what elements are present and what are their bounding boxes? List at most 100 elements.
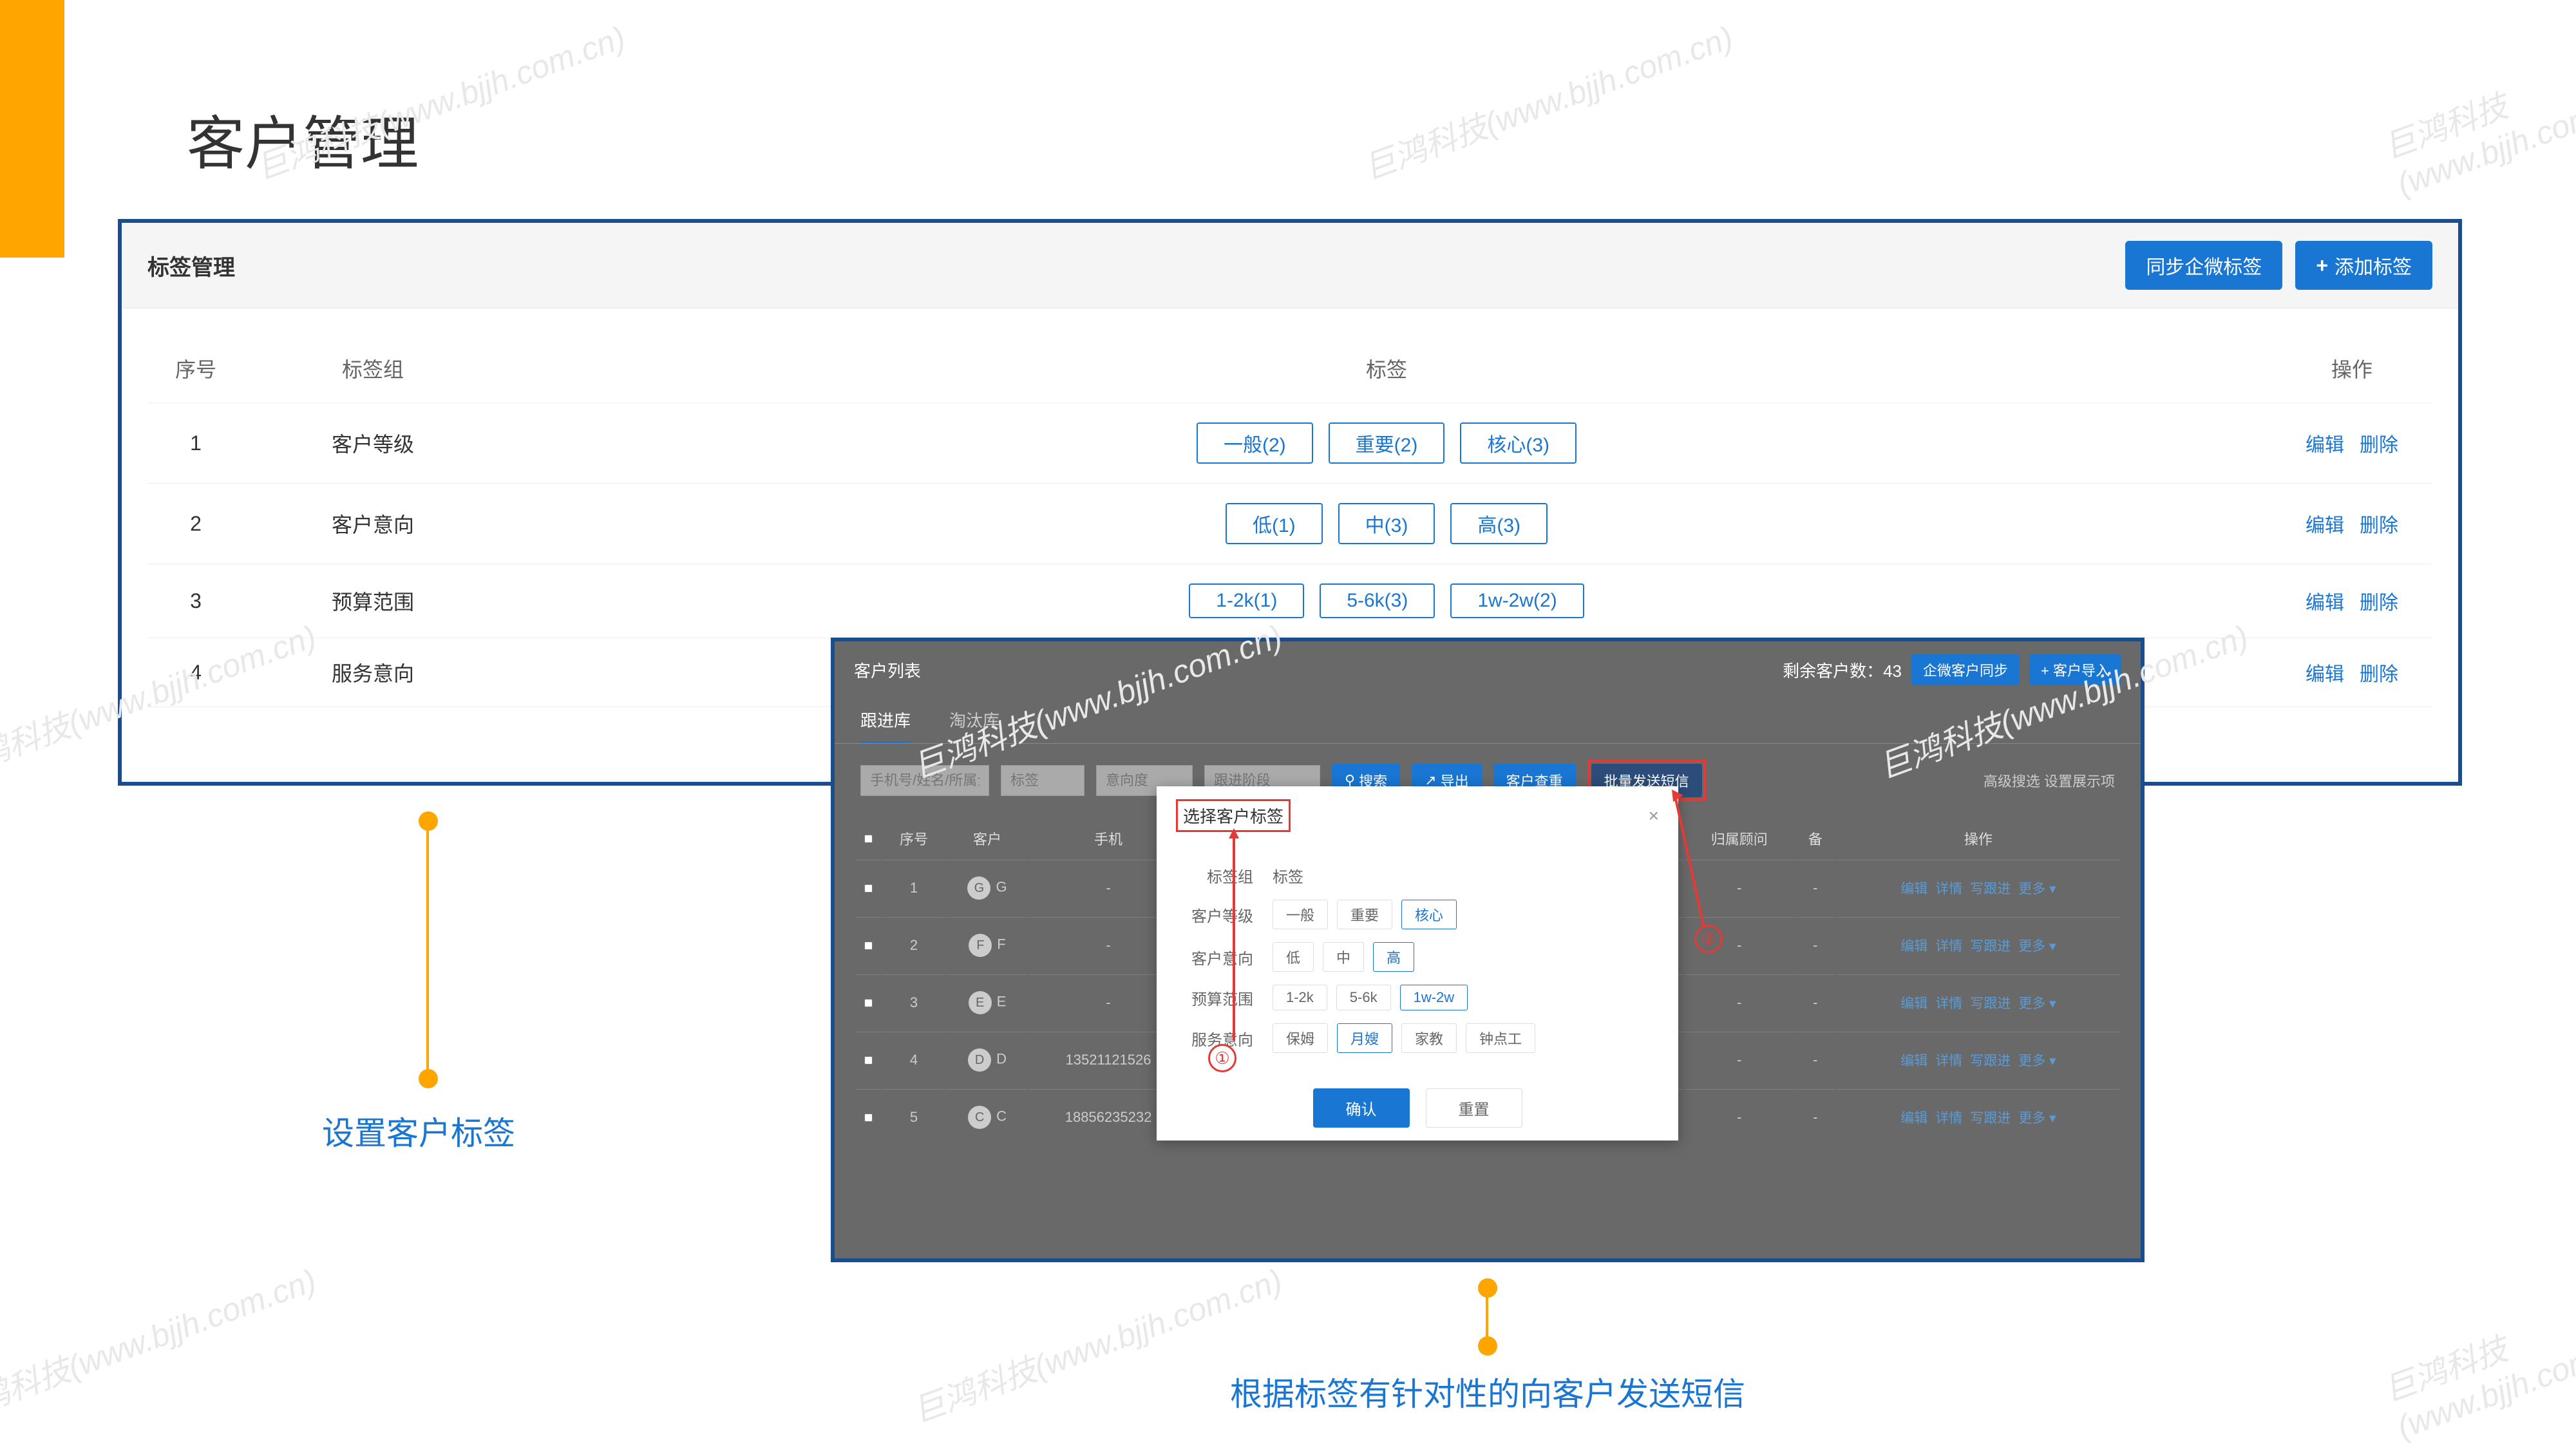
edit-link[interactable]: 编辑 xyxy=(1900,1054,1927,1068)
cell-ops: 编辑删除 xyxy=(2271,638,2432,707)
more-link[interactable]: 更多 ▾ xyxy=(2018,996,2056,1011)
modal-tag-row: 客户等级 一般重要核心 xyxy=(1182,900,1653,929)
tab-followup[interactable]: 跟进库 xyxy=(860,708,911,743)
table-row: 3 预算范围 1-2k(1)5-6k(3)1w-2w(2) 编辑删除 xyxy=(147,564,2432,638)
select-all-checkbox[interactable] xyxy=(864,835,873,843)
tag-chip[interactable]: 低(1) xyxy=(1226,503,1323,544)
tag-chip[interactable]: 重要(2) xyxy=(1329,422,1445,464)
detail-link[interactable]: 详情 xyxy=(1935,1054,1962,1068)
edit-link[interactable]: 编辑 xyxy=(1900,939,1927,954)
avatar: C xyxy=(968,1106,991,1129)
tag-chip[interactable]: 中(3) xyxy=(1338,503,1435,544)
cell-index: 1 xyxy=(147,403,244,484)
detail-link[interactable]: 详情 xyxy=(1935,939,1962,954)
tag-chip[interactable]: 5-6k(3) xyxy=(1320,583,1435,618)
cell-index: 3 xyxy=(147,564,244,638)
search-input[interactable] xyxy=(860,765,989,796)
connector-dot xyxy=(419,1069,438,1088)
watermark: 巨鸿科技(www.bjjh.com.cn) xyxy=(1356,12,1739,189)
follow-link[interactable]: 写跟进 xyxy=(1970,996,2011,1011)
tag-filter[interactable] xyxy=(1001,765,1084,796)
col-header: 客户 xyxy=(947,819,1028,858)
delete-link[interactable]: 删除 xyxy=(2360,515,2398,536)
modal-tag-option[interactable]: 中 xyxy=(1323,942,1364,972)
panel-header: 标签管理 同步企微标签 +添加标签 xyxy=(122,223,2458,308)
modal-tag-option[interactable]: 5-6k xyxy=(1336,985,1391,1010)
cell-group: 客户等级 xyxy=(244,403,502,484)
edit-link[interactable]: 编辑 xyxy=(2306,592,2344,614)
follow-link[interactable]: 写跟进 xyxy=(1970,939,2011,954)
row-checkbox[interactable] xyxy=(864,1056,873,1065)
follow-link[interactable]: 写跟进 xyxy=(1970,1054,2011,1068)
col-ops: 操作 xyxy=(2271,334,2432,403)
tag-chip[interactable]: 高(3) xyxy=(1450,503,1548,544)
more-link[interactable]: 更多 ▾ xyxy=(2018,1054,2056,1068)
modal-tag-option[interactable]: 钟点工 xyxy=(1466,1023,1535,1053)
modal-tag-option[interactable]: 月嫂 xyxy=(1337,1023,1392,1053)
detail-link[interactable]: 详情 xyxy=(1935,1111,1962,1126)
detail-link[interactable]: 详情 xyxy=(1935,996,1962,1011)
row-checkbox[interactable] xyxy=(864,1113,873,1122)
sync-customers-button[interactable]: 企微客户同步 xyxy=(1911,654,2020,685)
advanced-filter-link[interactable]: 高级搜选 xyxy=(1984,773,2040,790)
detail-link[interactable]: 详情 xyxy=(1935,882,1962,896)
import-customers-button[interactable]: + 客户导入 xyxy=(2029,654,2121,685)
cell-ops: 编辑删除 xyxy=(2271,564,2432,638)
modal-tag-option[interactable]: 家教 xyxy=(1401,1023,1457,1053)
column-settings-link[interactable]: 设置展示项 xyxy=(2044,773,2115,790)
watermark: 巨鸿科技(www.bjjh.com.cn) xyxy=(2376,35,2576,204)
tag-chip[interactable]: 一般(2) xyxy=(1197,422,1313,464)
edit-link[interactable]: 编辑 xyxy=(1900,882,1927,896)
plus-icon: + xyxy=(2316,254,2328,278)
col-header: 序号 xyxy=(882,819,945,858)
cell-index: 2 xyxy=(147,484,244,564)
modal-tag-option[interactable]: 1-2k xyxy=(1273,985,1327,1010)
delete-link[interactable]: 删除 xyxy=(2360,664,2398,685)
sync-wechat-tags-button[interactable]: 同步企微标签 xyxy=(2125,241,2282,290)
panel-title: 标签管理 xyxy=(147,250,235,281)
col-tags: 标签 xyxy=(502,334,2271,403)
more-link[interactable]: 更多 ▾ xyxy=(2018,1111,2056,1126)
row-checkbox[interactable] xyxy=(864,942,873,950)
avatar: G xyxy=(967,876,990,900)
cell-group: 客户意向 xyxy=(244,484,502,564)
modal-tag-option[interactable]: 重要 xyxy=(1337,900,1392,929)
add-tag-button[interactable]: +添加标签 xyxy=(2295,241,2432,290)
tag-chip[interactable]: 1-2k(1) xyxy=(1189,583,1304,618)
modal-tag-option[interactable]: 1w-2w xyxy=(1400,985,1468,1010)
follow-link[interactable]: 写跟进 xyxy=(1970,882,2011,896)
col-header: 操作 xyxy=(1837,819,2120,858)
tab-eliminated[interactable]: 淘汰库 xyxy=(949,708,999,743)
edit-link[interactable]: 编辑 xyxy=(2306,435,2344,456)
modal-tag-option[interactable]: 低 xyxy=(1273,942,1314,972)
modal-tag-option[interactable]: 核心 xyxy=(1401,900,1457,929)
delete-link[interactable]: 删除 xyxy=(2360,592,2398,614)
modal-tag-row: 客户意向 低中高 xyxy=(1182,942,1653,972)
panel2-title: 客户列表 xyxy=(854,658,921,682)
close-icon[interactable]: × xyxy=(1649,806,1659,826)
tag-chip[interactable]: 1w-2w(2) xyxy=(1450,583,1584,618)
cell-tags: 低(1) 中(3) 高(3) xyxy=(502,484,2271,564)
cell-ops: 编辑删除 xyxy=(2271,484,2432,564)
modal-tag-option[interactable]: 保姆 xyxy=(1273,1023,1328,1053)
edit-link[interactable]: 编辑 xyxy=(1900,996,1927,1011)
annotation-1: ① xyxy=(1208,1044,1236,1072)
watermark: 巨鸿科技(www.bjjh.com.cn) xyxy=(2376,1278,2576,1446)
edit-link[interactable]: 编辑 xyxy=(2306,515,2344,536)
confirm-button[interactable]: 确认 xyxy=(1313,1088,1410,1128)
follow-link[interactable]: 写跟进 xyxy=(1970,1111,2011,1126)
more-link[interactable]: 更多 ▾ xyxy=(2018,882,2056,896)
row-checkbox[interactable] xyxy=(864,999,873,1007)
more-link[interactable]: 更多 ▾ xyxy=(2018,939,2056,954)
reset-button[interactable]: 重置 xyxy=(1426,1088,1522,1128)
tag-chip[interactable]: 核心(3) xyxy=(1460,422,1577,464)
modal-tag-option[interactable]: 一般 xyxy=(1273,900,1328,929)
table-row: 1 客户等级 一般(2) 重要(2) 核心(3) 编辑删除 xyxy=(147,403,2432,484)
modal-tag-option[interactable]: 高 xyxy=(1373,942,1414,972)
delete-link[interactable]: 删除 xyxy=(2360,435,2398,456)
edit-link[interactable]: 编辑 xyxy=(2306,664,2344,685)
row-checkbox[interactable] xyxy=(864,884,873,893)
modal-tag-row: 服务意向 保姆月嫂家教钟点工 xyxy=(1182,1023,1653,1053)
cell-tags: 1-2k(1) 5-6k(3) 1w-2w(2) xyxy=(502,564,2271,638)
edit-link[interactable]: 编辑 xyxy=(1900,1111,1927,1126)
